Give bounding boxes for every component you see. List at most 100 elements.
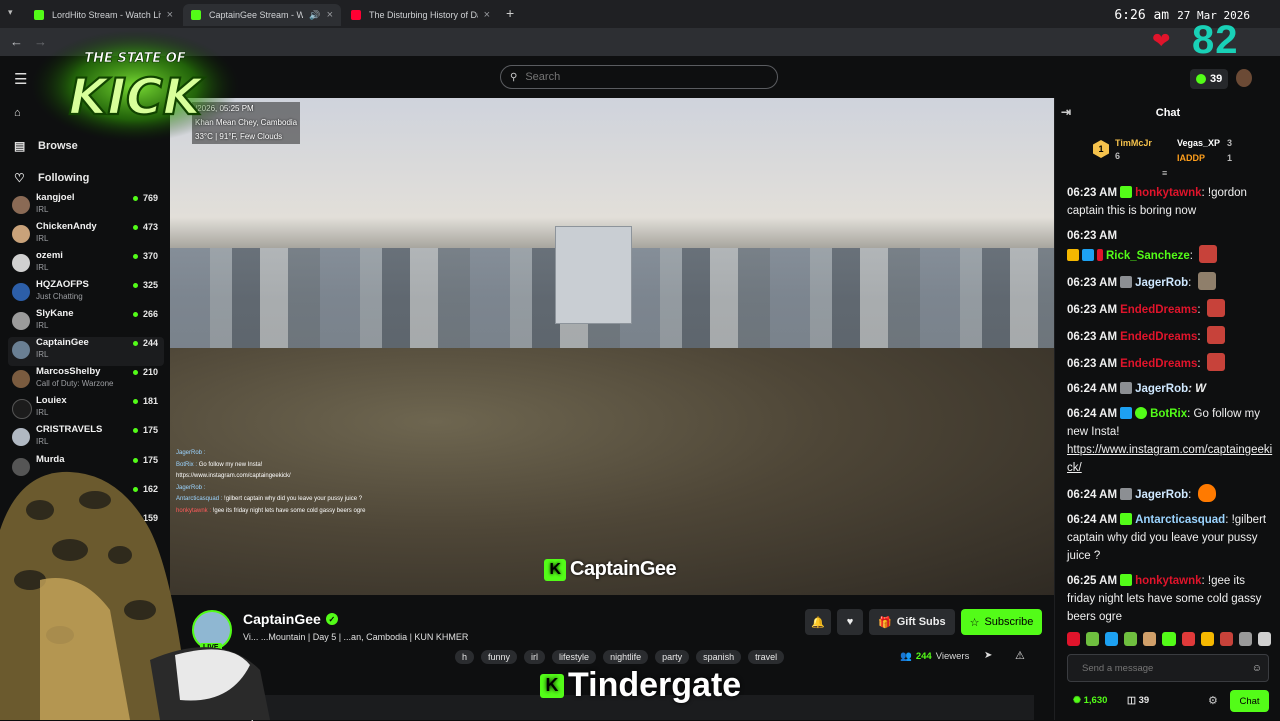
browser-tab[interactable]: The Disturbing History of Dani × [343, 4, 498, 26]
channel-category: IRL [36, 205, 49, 214]
chat-message: 06:25 AM honkytawnk: !gee its friday nigh… [1067, 572, 1273, 626]
chat-input-box[interactable]: ☺ [1067, 654, 1269, 682]
followed-channel[interactable]: HQZAOFPS Just Chatting 325 [8, 279, 164, 308]
close-tab-icon[interactable]: × [167, 9, 173, 21]
gear-icon[interactable]: ⚙ [1208, 694, 1218, 707]
star-icon: ☆ [969, 616, 980, 629]
message-user[interactable]: BotRix [1150, 408, 1187, 420]
user-badge-icon [1120, 382, 1133, 394]
followed-channel[interactable]: MarcosShelby Call of Duty: Warzone 210 [8, 366, 164, 395]
sidebar-item-following[interactable]: ♡ Following [14, 171, 89, 185]
followed-channel[interactable]: 162 [8, 483, 164, 512]
live-badge: LIVE [200, 643, 222, 652]
emote-icon[interactable] [1067, 632, 1081, 646]
followed-channel-selected[interactable]: CaptainGee IRL 244 [8, 337, 164, 366]
browser-tab-bar: ▾ LordHito Stream - Watch Live o × Capta… [0, 0, 1280, 28]
message-link[interactable]: https://www.instagram.com/captaingeekick… [1067, 444, 1272, 474]
follow-heart-button[interactable]: ♥ [837, 609, 863, 635]
followed-channel[interactable]: 159 [8, 512, 164, 541]
tag[interactable]: spanish [696, 650, 742, 664]
followed-channel[interactable]: ChickenAndy IRL 473 [8, 221, 164, 250]
back-icon[interactable]: ← [10, 34, 23, 49]
close-tab-icon[interactable]: × [484, 9, 490, 21]
followed-channel[interactable]: Louiex IRL 181 [8, 395, 164, 424]
kick-badge-icon [1120, 574, 1133, 586]
collapse-chat-icon[interactable]: ⇥ [1061, 105, 1071, 119]
followed-channel[interactable]: Murda 175 [8, 454, 164, 483]
viewer-count: 325 [133, 280, 158, 290]
notification-bell-button[interactable]: 🔔 [805, 609, 831, 635]
message-user[interactable]: honkytawnk [1135, 187, 1201, 199]
quick-emote-bar [1067, 632, 1272, 648]
message-user[interactable]: Rick_Sancheze [1106, 250, 1190, 262]
emote-icon[interactable] [1200, 632, 1214, 646]
emote-icon[interactable] [1105, 632, 1119, 646]
followed-channel[interactable]: CRISTRAVELS IRL 175 [8, 424, 164, 453]
viewer-count: 244 [133, 338, 158, 348]
chat-message: 06:23 AM EndedDreams: [1067, 353, 1273, 373]
followed-channel[interactable]: kangjoel IRL 769 [8, 192, 164, 221]
new-tab-button[interactable]: + [506, 5, 514, 21]
tag[interactable]: nightlife [603, 650, 649, 664]
emote-icon[interactable] [1143, 632, 1157, 646]
followed-channel[interactable]: ozemi IRL 370 [8, 250, 164, 279]
emote-icon[interactable] [1219, 632, 1233, 646]
video-player[interactable]: /2026, 05:25 PM Khan Mean Chey, Cambodia… [170, 98, 1054, 595]
chat-message: 06:24 AM Antarcticasquad: !gilbert captai… [1067, 511, 1273, 565]
close-tab-icon[interactable]: × [327, 9, 333, 21]
user-avatar[interactable] [1236, 69, 1252, 87]
channel-name[interactable]: CaptainGee ✓ [243, 611, 338, 627]
tab-search-button[interactable]: ▾ [8, 7, 13, 18]
emote-icon[interactable] [1257, 632, 1272, 646]
message-text: : [1197, 358, 1204, 370]
browse-icon: ▤ [14, 139, 26, 153]
message-user[interactable]: EndedDreams [1120, 304, 1197, 316]
tag[interactable]: h [455, 650, 475, 664]
message-user[interactable]: JagerRob [1135, 277, 1188, 289]
emote-icon[interactable] [1238, 632, 1252, 646]
search-input[interactable] [523, 70, 758, 84]
emoji-picker-icon[interactable]: ☺ [1252, 663, 1262, 674]
leader-name[interactable]: Vegas_XP [1177, 138, 1220, 148]
browser-tab[interactable]: LordHito Stream - Watch Live o × [26, 4, 181, 26]
leader-name[interactable]: TimMcJr [1115, 138, 1152, 148]
browser-tab-active[interactable]: CaptainGee Stream - Watch 🔊 × [183, 4, 341, 26]
emote-icon[interactable] [1086, 632, 1100, 646]
subscribe-button[interactable]: ☆ Subscribe [960, 609, 1043, 635]
tag[interactable]: party [655, 650, 690, 664]
caption-overlay: K Tindergate [540, 666, 741, 705]
kicks-balance[interactable]: 39 [1190, 69, 1229, 89]
share-icon[interactable]: ➤ [984, 650, 992, 661]
send-chat-button[interactable]: Chat [1230, 690, 1269, 712]
tag[interactable]: irl [524, 650, 546, 664]
followed-channel[interactable]: SlyKane IRL 266 [8, 308, 164, 337]
message-user[interactable]: EndedDreams [1120, 331, 1197, 343]
message-user[interactable]: Antarcticasquad [1135, 514, 1225, 526]
tag[interactable]: lifestyle [552, 650, 597, 664]
emote-icon[interactable] [1162, 632, 1176, 646]
audio-playing-icon[interactable]: 🔊 [309, 10, 320, 21]
tag[interactable]: travel [748, 650, 785, 664]
menu-icon[interactable]: ☰ [14, 70, 27, 88]
leader-name[interactable]: IADDP [1177, 153, 1205, 163]
message-text: : [1189, 250, 1197, 262]
channel-points[interactable]: ✺ 1,630 [1073, 695, 1107, 706]
overlay-chat-line: honkytawnk : !gee its friday night lets … [176, 506, 406, 518]
verified-badge-icon [1135, 407, 1148, 419]
home-icon[interactable]: ⌂ [14, 107, 21, 119]
message-user[interactable]: JagerRob [1135, 383, 1188, 395]
report-icon[interactable]: ⚠ [1015, 649, 1025, 662]
emote-icon[interactable] [1181, 632, 1195, 646]
gift-kicks[interactable]: ◫ 39 [1127, 695, 1149, 706]
emote-icon[interactable] [1124, 632, 1138, 646]
pinned-toggle-icon[interactable]: ≡ [1162, 168, 1167, 178]
kick-favicon-icon [191, 10, 201, 20]
tag[interactable]: funny [481, 650, 518, 664]
message-user[interactable]: honkytawnk [1135, 575, 1201, 587]
gift-subs-button[interactable]: 🎁 Gift Subs [869, 609, 955, 635]
message-user[interactable]: JagerRob [1135, 489, 1188, 501]
chat-message-input[interactable] [1080, 661, 1252, 675]
message-user[interactable]: EndedDreams [1120, 358, 1197, 370]
viewer-count: 162 [133, 484, 158, 494]
search-bar[interactable]: ⚲ [500, 65, 778, 89]
